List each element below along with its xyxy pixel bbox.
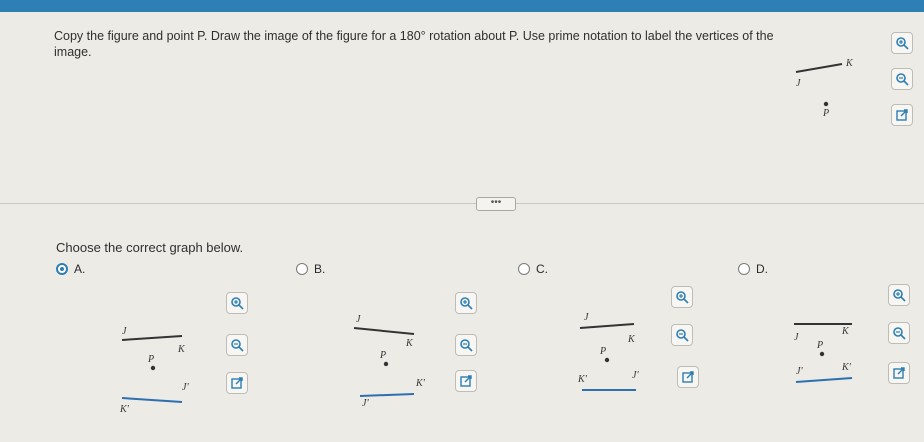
label-k-prime: K': [577, 374, 588, 385]
option-c-label: C.: [536, 262, 548, 276]
popout-icon: [893, 367, 905, 379]
option-b-popout-button[interactable]: [455, 370, 477, 392]
zoom-out-icon: [676, 329, 689, 342]
label-p: P: [599, 346, 606, 357]
zoom-in-icon: [460, 297, 473, 310]
section-divider: [0, 203, 924, 204]
point-p: [823, 101, 829, 107]
question-text: Copy the figure and point P. Draw the im…: [54, 29, 774, 59]
zoom-in-icon: [231, 297, 244, 310]
zoom-out-icon: [460, 339, 473, 352]
option-c-radio[interactable]: [518, 263, 530, 275]
popout-icon: [896, 109, 908, 121]
option-d-popout-button[interactable]: [888, 362, 910, 384]
option-c[interactable]: C.: [518, 262, 548, 276]
label-j-prime: J': [362, 398, 369, 409]
label-k: K: [177, 344, 186, 355]
option-b-radio[interactable]: [296, 263, 308, 275]
graph-a: J K P J' K': [119, 326, 189, 415]
segment-jk: [353, 327, 415, 335]
label-j-prime: J': [632, 370, 639, 381]
label-j: J: [584, 312, 589, 323]
popout-icon: [460, 375, 472, 387]
option-b-zoom-out-button[interactable]: [455, 334, 477, 356]
label-k-prime: K': [415, 378, 426, 389]
more-button[interactable]: •••: [476, 197, 516, 211]
label-p: P: [822, 108, 829, 119]
option-b-label: B.: [314, 262, 326, 276]
zoom-in-icon: [896, 37, 909, 50]
zoom-out-icon: [893, 327, 906, 340]
label-k: K: [845, 58, 854, 69]
label-k-prime: K': [841, 362, 852, 373]
popout-icon: [682, 371, 694, 383]
point-p: [819, 351, 825, 357]
answer-prompt: Choose the correct graph below.: [56, 240, 244, 255]
segment-jk-prime: [121, 397, 183, 403]
segment-jk-prime: [359, 393, 415, 397]
option-a-radio[interactable]: [56, 263, 68, 275]
option-c-popout-button[interactable]: [677, 366, 699, 388]
label-k: K: [627, 334, 636, 345]
label-j: J: [796, 78, 801, 89]
label-k: K: [405, 338, 414, 349]
option-d-label: D.: [756, 262, 768, 276]
zoom-out-icon: [896, 73, 909, 86]
label-j-prime: J': [182, 382, 189, 393]
label-j: J: [794, 332, 799, 343]
zoom-in-icon: [893, 289, 906, 302]
label-p: P: [379, 350, 386, 361]
option-c-zoom-in-button[interactable]: [671, 286, 693, 308]
option-b-zoom-in-button[interactable]: [455, 292, 477, 314]
zoom-out-icon: [231, 339, 244, 352]
graph-b: J K P J' K': [353, 314, 426, 409]
label-k: K: [841, 326, 850, 337]
option-c-zoom-out-button[interactable]: [671, 324, 693, 346]
segment-jk: [121, 335, 183, 341]
top-bar: [0, 0, 924, 12]
segment-jk-prime: [795, 377, 853, 383]
label-p: P: [816, 340, 823, 351]
point-p: [383, 361, 389, 367]
popout-icon: [231, 377, 243, 389]
zoom-out-button[interactable]: [891, 68, 913, 90]
graph-d: J K P J' K': [794, 323, 853, 383]
point-p: [604, 357, 610, 363]
zoom-in-button[interactable]: [891, 32, 913, 54]
popout-button[interactable]: [891, 104, 913, 126]
option-d-zoom-out-button[interactable]: [888, 322, 910, 344]
label-j-prime: J': [796, 366, 803, 377]
label-j: J: [122, 326, 127, 337]
graph-c: J K P K' J': [577, 312, 639, 391]
option-a-label: A.: [74, 262, 86, 276]
option-a-zoom-in-button[interactable]: [226, 292, 248, 314]
option-d-zoom-in-button[interactable]: [888, 284, 910, 306]
point-p: [150, 365, 156, 371]
option-d-radio[interactable]: [738, 263, 750, 275]
option-d[interactable]: D.: [738, 262, 768, 276]
option-a[interactable]: A.: [56, 262, 85, 276]
label-p: P: [147, 354, 154, 365]
zoom-in-icon: [676, 291, 689, 304]
label-k-prime: K': [119, 404, 130, 415]
label-j: J: [356, 314, 361, 325]
original-figure: J K P: [795, 58, 854, 119]
segment-jk: [795, 63, 843, 73]
segment-jk: [579, 323, 635, 329]
option-a-zoom-out-button[interactable]: [226, 334, 248, 356]
option-a-popout-button[interactable]: [226, 372, 248, 394]
option-b[interactable]: B.: [296, 262, 325, 276]
